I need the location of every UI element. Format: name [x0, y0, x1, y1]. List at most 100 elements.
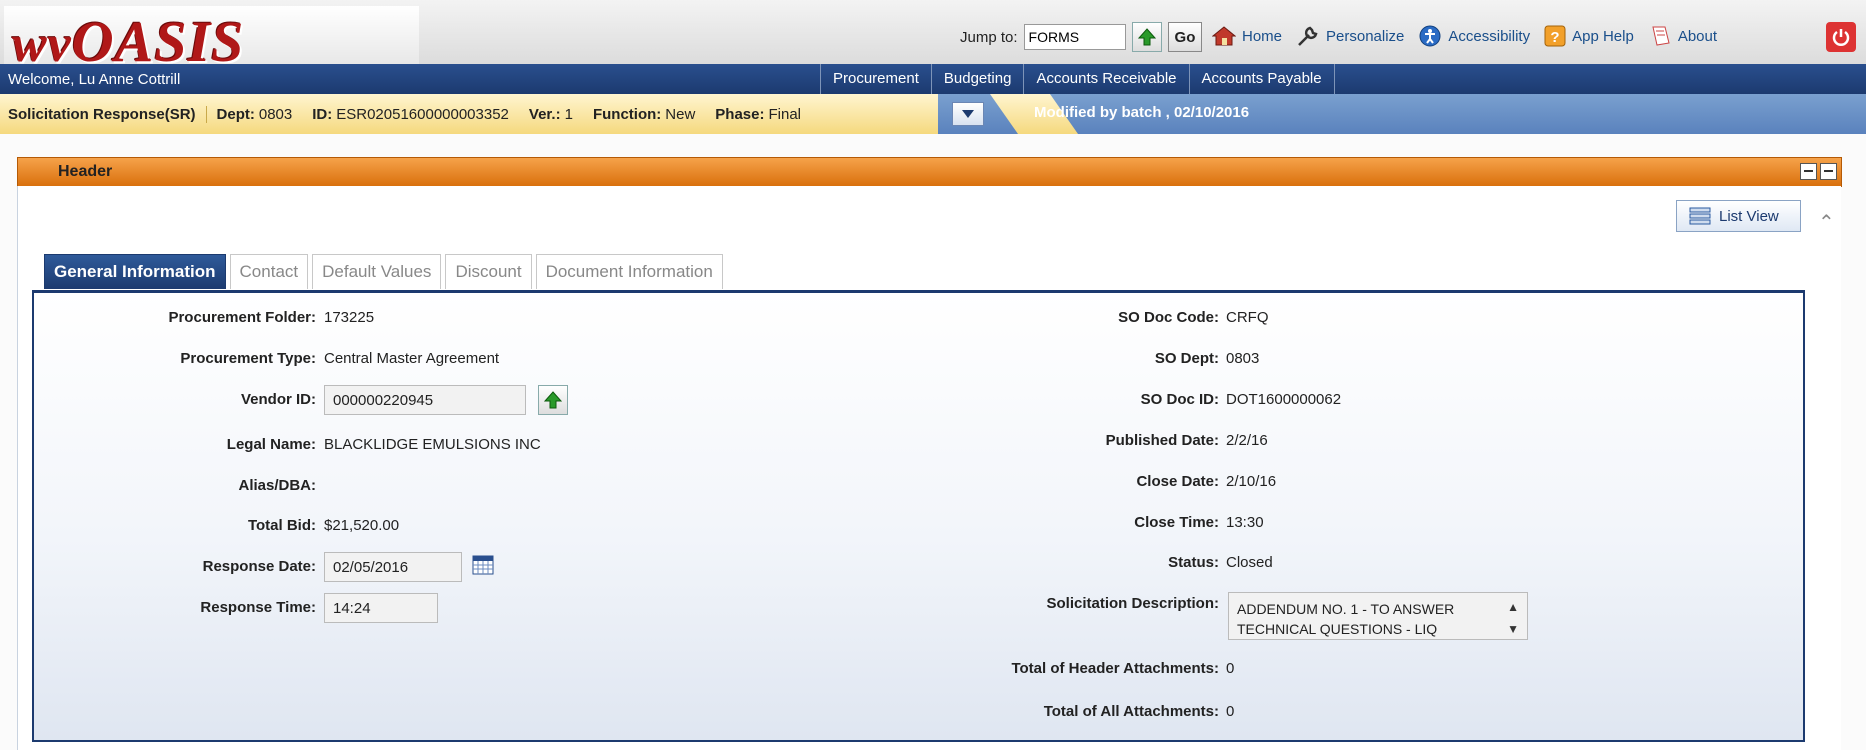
- legal-name-label: Legal Name:: [226, 436, 316, 453]
- phase-value: Final: [768, 105, 802, 123]
- vendor-id-row: Vendor ID:: [241, 391, 316, 408]
- home-link[interactable]: Home: [1212, 25, 1282, 47]
- tab-contact[interactable]: Contact: [229, 254, 309, 289]
- about-link[interactable]: About: [1648, 24, 1717, 48]
- total-header-attachments-row: Total of Header Attachments:: [1011, 660, 1219, 677]
- response-date-field[interactable]: 02/05/2016: [324, 552, 462, 582]
- procurement-type-row: Procurement Type:: [180, 350, 316, 367]
- personalize-link[interactable]: Personalize: [1296, 24, 1404, 48]
- published-date-row: Published Date:: [1106, 432, 1219, 449]
- collapse-section-button[interactable]: [1820, 163, 1837, 180]
- main-menu: Procurement Budgeting Accounts Receivabl…: [820, 64, 1335, 94]
- vendor-id-label: Vendor ID:: [240, 391, 316, 408]
- scroll-down-icon[interactable]: ▼: [1507, 619, 1519, 639]
- menu-procurement[interactable]: Procurement: [820, 64, 931, 94]
- total-header-attachments-label: Total of Header Attachments:: [1011, 660, 1219, 677]
- response-date-row: Response Date:: [203, 558, 316, 575]
- calendar-button[interactable]: [472, 555, 494, 579]
- scroll-up-icon[interactable]: ⌃: [1818, 210, 1835, 235]
- published-date-label: Published Date:: [1105, 432, 1219, 449]
- solicitation-description-row: Solicitation Description:: [1046, 595, 1219, 612]
- response-time-field[interactable]: 14:24: [324, 593, 438, 623]
- home-label: Home: [1242, 27, 1283, 45]
- so-doc-id-row: SO Doc ID:: [1141, 391, 1219, 408]
- doc-type: Solicitation Response(SR): [8, 105, 196, 123]
- total-bid-row: Total Bid:: [248, 517, 316, 534]
- app-help-label: App Help: [1572, 27, 1634, 45]
- jump-to-group: Jump to: Go: [960, 22, 1203, 52]
- alias-dba-label: Alias/DBA:: [238, 477, 316, 494]
- list-icon: [1689, 207, 1711, 225]
- top-links: Home Personalize Accessibility ? App Hel…: [1212, 24, 1717, 48]
- response-time-label: Response Time:: [200, 599, 316, 616]
- ver-label: Ver.:: [528, 105, 561, 123]
- list-view-button[interactable]: List View: [1676, 200, 1801, 232]
- procurement-folder-row: Procurement Folder:: [168, 309, 316, 326]
- app-help-link[interactable]: ? App Help: [1544, 25, 1634, 47]
- phase-label: Phase:: [715, 105, 765, 123]
- chevron-down-icon: [962, 110, 974, 118]
- jump-to-input[interactable]: [1023, 24, 1126, 50]
- accessibility-label: Accessibility: [1448, 27, 1531, 45]
- calendar-icon: [472, 555, 494, 575]
- main-nav-bar: Welcome, Lu Anne Cottrill Procurement Bu…: [0, 64, 1866, 94]
- solicitation-description-field[interactable]: ADDENDUM NO. 1 - TO ANSWER TECHNICAL QUE…: [1228, 592, 1528, 640]
- procurement-folder-value: 173225: [324, 309, 375, 326]
- response-time-field-group: 14:24: [318, 593, 438, 623]
- response-date-label: Response Date:: [202, 558, 316, 575]
- published-date-value: 2/2/16: [1226, 432, 1268, 449]
- top-bar: wvOASIS Jump to: Go Home Personalize Acc…: [0, 0, 1866, 74]
- total-bid-value: $21,520.00: [324, 517, 400, 534]
- total-bid-label: Total Bid:: [247, 517, 316, 534]
- menu-accounts-receivable[interactable]: Accounts Receivable: [1023, 64, 1188, 94]
- solicitation-description-label: Solicitation Description:: [1046, 595, 1219, 612]
- so-doc-code-value: CRFQ: [1226, 309, 1269, 326]
- go-button[interactable]: Go: [1167, 22, 1203, 52]
- so-dept-row: SO Dept:: [1155, 350, 1219, 367]
- function-value: New: [665, 105, 696, 123]
- tab-discount[interactable]: Discount: [445, 254, 532, 289]
- alias-dba-row: Alias/DBA:: [238, 477, 316, 494]
- so-dept-label: SO Dept:: [1154, 350, 1219, 367]
- tab-bar: General Information Contact Default Valu…: [44, 254, 723, 289]
- id-label: ID:: [312, 105, 333, 123]
- jump-lookup-button[interactable]: [1131, 22, 1162, 52]
- procurement-type-label: Procurement Type:: [180, 350, 316, 367]
- vendor-id-lookup-button[interactable]: [538, 385, 568, 415]
- vendor-id-field[interactable]: 000000220945: [324, 385, 526, 415]
- total-all-attachments-value: 0: [1226, 703, 1235, 720]
- minimize-section-button[interactable]: [1800, 163, 1817, 180]
- close-time-label: Close Time:: [1134, 514, 1219, 531]
- personalize-label: Personalize: [1326, 27, 1405, 45]
- close-date-value: 2/10/16: [1226, 473, 1277, 490]
- help-icon: ?: [1544, 25, 1566, 47]
- legal-name-row: Legal Name:: [227, 436, 316, 453]
- dept-value: 0803: [258, 105, 293, 123]
- accessibility-link[interactable]: Accessibility: [1418, 24, 1530, 48]
- total-header-attachments-value: 0: [1226, 660, 1235, 677]
- so-doc-code-label: SO Doc Code:: [1118, 309, 1219, 326]
- document-summary: Solicitation Response(SR) Dept: 0803 ID: E…: [0, 94, 938, 134]
- procurement-type-value: Central Master Agreement: [324, 350, 500, 367]
- menu-accounts-payable[interactable]: Accounts Payable: [1188, 64, 1335, 94]
- tab-general-information[interactable]: General Information: [44, 254, 226, 289]
- response-time-row: Response Time:: [200, 599, 316, 616]
- header-section-title: Header: [58, 163, 113, 180]
- close-time-value: 13:30: [1226, 514, 1264, 531]
- tab-document-information[interactable]: Document Information: [535, 254, 723, 289]
- close-time-row: Close Time:: [1134, 514, 1219, 531]
- power-icon: [1832, 29, 1850, 46]
- tab-default-values[interactable]: Default Values: [312, 254, 442, 289]
- scroll-up-icon[interactable]: ▲: [1507, 597, 1519, 617]
- document-info-bar: Solicitation Response(SR) Dept: 0803 ID: E…: [0, 94, 1866, 134]
- function-label: Function:: [592, 105, 662, 123]
- section-controls: [1800, 163, 1837, 180]
- procurement-folder-label: Procurement Folder:: [168, 309, 316, 326]
- menu-budgeting[interactable]: Budgeting: [930, 64, 1024, 94]
- status-row: Status:: [1168, 554, 1219, 571]
- wrench-icon: [1298, 26, 1318, 46]
- logout-button[interactable]: [1826, 22, 1856, 52]
- doc-actions-dropdown[interactable]: [952, 102, 984, 126]
- total-all-attachments-label: Total of All Attachments:: [1043, 703, 1219, 720]
- ver-value: 1: [564, 105, 573, 123]
